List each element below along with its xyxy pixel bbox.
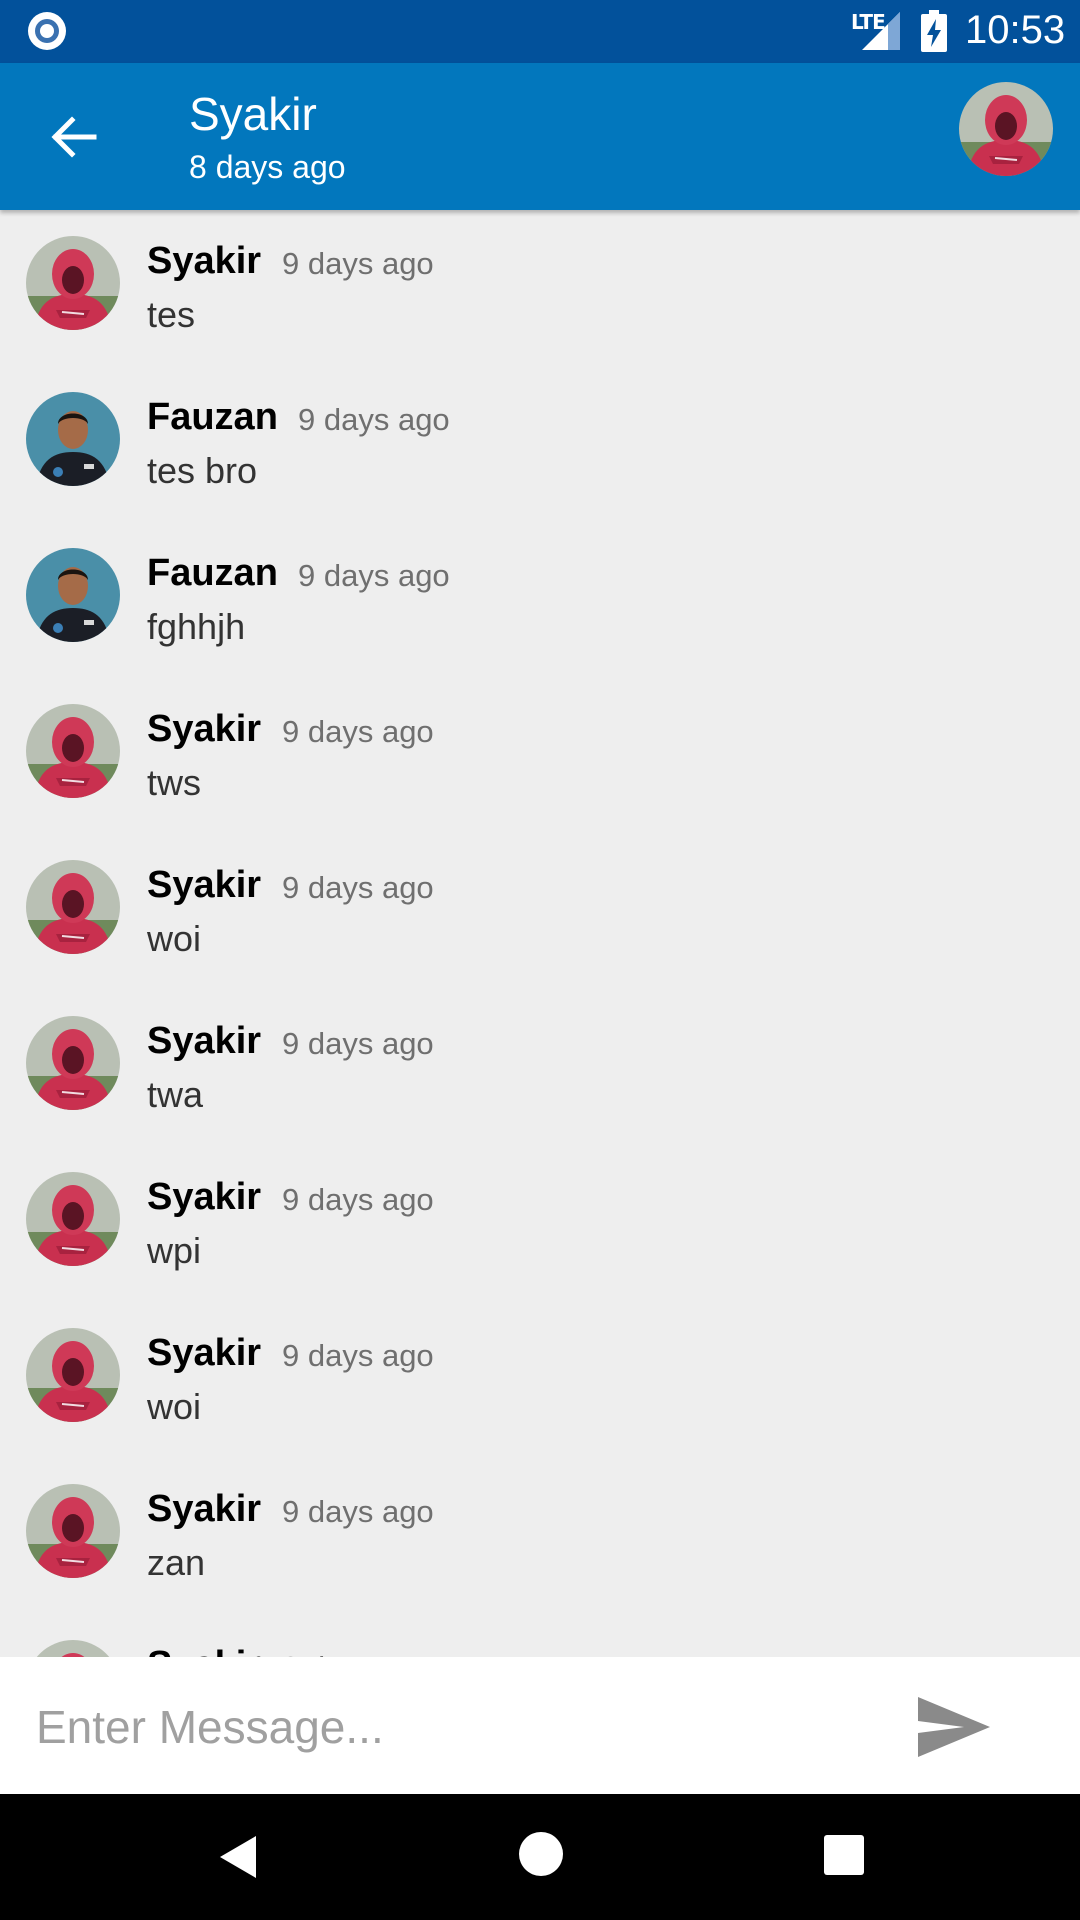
notification-circle-icon [28, 12, 66, 50]
message-timestamp: 9 days ago [282, 1494, 434, 1529]
nav-home-icon[interactable] [519, 1832, 563, 1876]
message-timestamp: 9 days ago [282, 870, 434, 905]
message-timestamp: 9 days ago [282, 1650, 434, 1657]
message-timestamp: 9 days ago [282, 714, 434, 749]
message-item[interactable]: Syakir 9 days ago zan [0, 1458, 1080, 1614]
message-text: woi [147, 1386, 202, 1427]
message-timestamp: 9 days ago [298, 558, 450, 593]
sender-avatar[interactable] [26, 1172, 120, 1266]
sender-avatar[interactable] [26, 1016, 120, 1110]
message-item[interactable]: Syakir 9 days ago tws [0, 678, 1080, 834]
send-icon[interactable] [912, 1691, 996, 1763]
message-timestamp: 9 days ago [282, 1026, 434, 1061]
sender-name: Fauzan [147, 396, 278, 438]
contact-avatar[interactable] [959, 82, 1053, 176]
status-bar: LTE 10:53 [0, 0, 1080, 63]
status-time: 10:53 [965, 8, 1066, 52]
message-timestamp: 9 days ago [282, 246, 434, 281]
sender-name: Syakir [147, 1644, 261, 1657]
message-item[interactable]: Syakir 9 days ago tes [0, 210, 1080, 366]
message-item[interactable]: Syakir 9 days ago woi [0, 834, 1080, 990]
sender-name: Syakir [147, 1488, 262, 1530]
sender-name: Syakir [147, 864, 262, 906]
sender-name: Syakir [147, 1176, 262, 1218]
battery-charging-icon [921, 10, 947, 52]
sender-name: Syakir [147, 240, 262, 282]
message-text: wpi [147, 1230, 202, 1271]
sender-avatar[interactable] [26, 1328, 120, 1422]
app-bar: Syakir 8 days ago [0, 63, 1080, 210]
message-item[interactable]: Fauzan 9 days ago tes bro [0, 366, 1080, 522]
sender-avatar[interactable] [26, 548, 120, 642]
sender-avatar[interactable] [26, 704, 120, 798]
message-text: zan [147, 1542, 206, 1583]
arrow-left-icon[interactable] [44, 107, 104, 167]
composer-bar [0, 1657, 1080, 1794]
sender-name: Fauzan [147, 552, 278, 594]
sender-avatar[interactable] [26, 1484, 120, 1578]
sender-name: Syakir [147, 708, 262, 750]
message-item[interactable]: Fauzan 9 days ago fghhjh [0, 522, 1080, 678]
nav-back-icon[interactable] [214, 1832, 260, 1882]
message-item[interactable]: Syakir 9 days ago twa [0, 990, 1080, 1146]
message-list[interactable]: Syakir 9 days ago tes Fauzan 9 days ago tes b… [0, 210, 1080, 1657]
sender-avatar[interactable] [26, 860, 120, 954]
sender-name: Syakir [147, 1020, 262, 1062]
message-item[interactable]: Syakir 9 days ago [0, 1614, 1080, 1657]
message-timestamp: 9 days ago [298, 402, 450, 437]
message-text: tes bro [147, 450, 258, 491]
sender-avatar[interactable] [26, 236, 120, 330]
message-text: tes [147, 294, 196, 335]
sender-name: Syakir [147, 1332, 262, 1374]
message-text: woi [147, 918, 202, 959]
last-seen-subtitle: 8 days ago [189, 149, 346, 185]
message-text: fghhjh [147, 606, 246, 647]
message-item[interactable]: Syakir 9 days ago wpi [0, 1146, 1080, 1302]
chat-title: Syakir [189, 88, 317, 140]
sender-avatar[interactable] [26, 1640, 120, 1657]
system-nav-bar [0, 1794, 1080, 1920]
message-item[interactable]: Syakir 9 days ago woi [0, 1302, 1080, 1458]
nav-recents-icon[interactable] [824, 1835, 864, 1875]
message-timestamp: 9 days ago [282, 1182, 434, 1217]
message-input[interactable] [36, 1687, 876, 1767]
message-text: tws [147, 762, 201, 803]
network-type-label: LTE [851, 10, 886, 34]
sender-avatar[interactable] [26, 392, 120, 486]
message-timestamp: 9 days ago [282, 1338, 434, 1373]
message-text: twa [147, 1074, 204, 1115]
